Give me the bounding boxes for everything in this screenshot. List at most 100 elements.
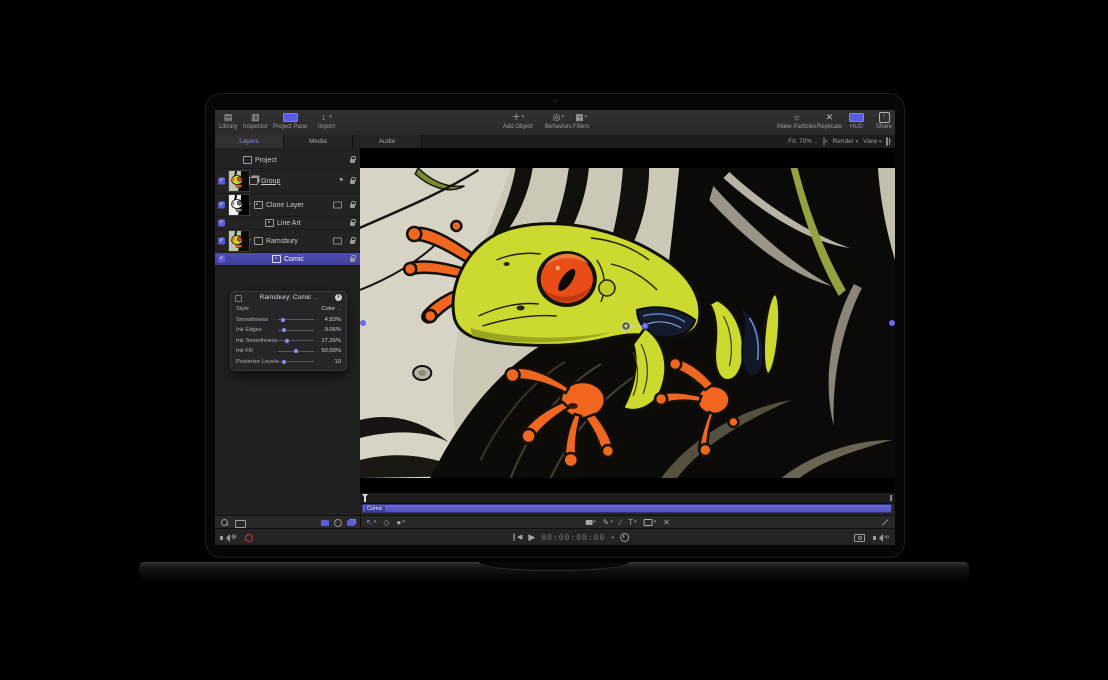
end-marker [890,495,892,501]
snapping-icon[interactable]: ⊕ [231,529,237,545]
webcam-dot [553,99,557,103]
go-to-start-button[interactable]: ❙◀ [511,529,522,545]
lock-icon[interactable] [350,159,355,163]
smoothness-slider[interactable] [278,316,314,324]
audio-mute-icon[interactable] [220,536,223,540]
lock-icon[interactable] [350,180,355,184]
play-button[interactable]: ▶ [528,529,535,545]
lock-icon[interactable] [350,240,355,244]
share-icon: ↑ [879,112,890,123]
hud-panel: Ramsbury: Comic ⌄ i Style Color ⌄ Smooth… [230,291,347,371]
add-object-icon: ＋▾ [512,112,525,123]
render-menu[interactable]: Render ▾ [833,138,859,145]
hud-row-ink-smoothness: Ink Smoothness 17.26% [231,336,346,347]
tab-audio[interactable]: Audio [353,135,422,148]
inspector-icon: ▥ [251,112,260,123]
project-pane-button[interactable]: Project Pane [273,112,307,130]
ink-fill-slider[interactable] [278,347,314,355]
hud-switch-chevron-icon[interactable]: ⌄ [313,295,317,301]
timecode-display[interactable]: 00:00:00:00 [541,533,605,542]
layer-row-project[interactable]: Project [215,152,360,169]
laptop-screen-bezel: ▤ Library ▥ Inspector Project Pane ↓ ▾ I… [205,93,905,558]
timeline-clip-comic[interactable]: Comic [362,504,892,513]
filter-icon [265,219,274,227]
visibility-checkbox[interactable]: ✓ [218,202,225,209]
group-icon [249,177,258,185]
view-menu[interactable]: View ▾ [863,138,881,145]
tab-layers[interactable]: Layers [215,135,284,148]
flag-icon[interactable]: ⚑ [339,178,344,184]
hud-row-style: Style Color ⌄ [231,304,346,315]
visibility-checkbox[interactable]: ✓ [218,220,225,227]
hud-row-smoothness: Smoothness 4.83% [231,315,346,326]
canvas-toolbar: ↖▾ ◇ ●▾ ▾ ✎▾ ∕ T▾ ▾ ✕ [360,515,895,529]
inspector-button[interactable]: ▥ Inspector [243,112,268,130]
layer-thumbnail [228,170,250,192]
transport-left-group: ⊕ [220,529,253,545]
scene: ▤ Library ▥ Inspector Project Pane ↓ ▾ I… [0,0,1108,680]
ink-smoothness-slider[interactable] [278,337,314,345]
library-icon: ▤ [224,112,233,123]
behaviors-button[interactable]: ◎▾ Behaviors [545,112,572,130]
media-badge-icon [333,238,342,245]
visibility-checkbox[interactable]: ✓ [218,256,225,263]
layer-row-group[interactable]: ✓ ▼ Group ⚑ [215,169,360,194]
timeline-ruler[interactable] [360,493,895,504]
posterize-levels-slider[interactable] [278,358,314,366]
right-edge-handle[interactable] [889,320,895,326]
laptop-base [139,562,969,584]
library-button[interactable]: ▤ Library [219,112,237,130]
replicate-button[interactable]: ✕ Replicate [817,112,842,130]
transport-bar: ⊕ ❙◀ ▶ 00:00:00:00 ▾ ∞ [215,528,895,545]
layers-pane-toggle[interactable] [321,520,329,526]
layer-row-line-art[interactable]: ✓ Line Art [215,217,360,230]
playhead[interactable] [364,494,366,502]
hud-minimize-icon[interactable] [235,295,242,302]
import-button[interactable]: ↓ ▾ Import [318,112,335,130]
audio-pane-toggle[interactable] [347,520,355,526]
record-button[interactable] [245,534,253,542]
style-popup[interactable]: Color ⌄ [321,306,341,312]
layer-row-comic-selected[interactable]: ✓ Comic [215,253,360,266]
duration-clock-icon[interactable] [620,533,629,542]
info-icon[interactable]: i [335,294,342,301]
lock-icon[interactable] [350,258,355,262]
view-controls: Fit: 70% ⌄ ▾ Render ▾ View ▾ ▾ [788,135,891,148]
pane-tab-bar: Layers Media Audio Fit: 70% ⌄ ▾ Render ▾… [215,135,895,149]
layer-row-ramsbury[interactable]: ✓ ▼ Ramsbury [215,230,360,253]
visibility-checkbox[interactable]: ✓ [218,178,225,185]
visibility-checkbox[interactable]: ✓ [218,238,225,245]
keyframe-pen-icon[interactable] [882,519,888,525]
speaker-icon[interactable] [873,536,876,540]
motion-app-window: ▤ Library ▥ Inspector Project Pane ↓ ▾ I… [215,110,895,545]
camera-icon[interactable] [854,534,865,542]
add-object-button[interactable]: ＋▾ Add Object [503,112,533,130]
ink-edges-slider[interactable] [278,326,314,334]
filter-icon [272,255,281,263]
tab-media[interactable]: Media [284,135,353,148]
make-particles-button[interactable]: ☼ Make Particles [777,112,816,130]
filters-button[interactable]: ▦▾ Filters [573,112,589,130]
timecode-menu-chevron-icon[interactable]: ▾ [611,535,614,541]
filmstrip-icon[interactable] [235,520,246,528]
lock-icon[interactable] [350,222,355,226]
loop-icon[interactable]: ∞ [884,529,889,545]
transport-right-group: ∞ [854,529,889,545]
hud-title-bar[interactable]: Ramsbury: Comic ⌄ i [231,292,346,304]
hud-button[interactable]: HUD [849,112,864,130]
canvas-pane[interactable] [360,148,895,493]
hud-row-ink-fill: Ink Fill 50.00% [231,346,346,357]
search-icon[interactable] [221,519,228,526]
layer-thumbnail [228,230,250,252]
layout-menu[interactable]: ▾ [886,138,891,145]
lock-icon[interactable] [350,204,355,208]
canvas-frame [360,168,895,478]
zoom-level-control[interactable]: Fit: 70% ⌄ [788,138,818,145]
hud-title: Ramsbury: Comic [260,294,312,301]
layer-row-clone-layer[interactable]: ✓ ▼ Clone Layer [215,194,360,217]
share-button[interactable]: ↑ Share [876,112,892,130]
media-pane-toggle[interactable] [334,519,342,527]
left-edge-handle[interactable] [360,320,366,326]
playback-controls: ❙◀ ▶ 00:00:00:00 ▾ [511,529,629,545]
channels-swatch-control[interactable]: ▾ [823,138,828,145]
